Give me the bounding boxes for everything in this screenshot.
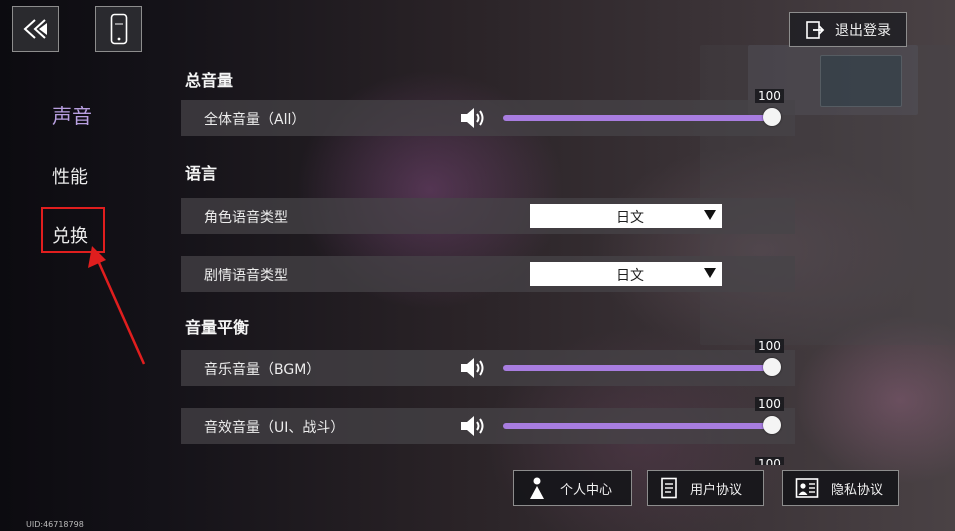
phone-button[interactable] <box>95 6 142 52</box>
logout-button[interactable]: 退出登录 <box>789 12 907 47</box>
privacy-agreement-button[interactable]: 隐私协议 <box>782 470 899 506</box>
bgm-volume-value: 100 <box>755 339 784 353</box>
triangle-down-icon <box>704 268 716 278</box>
story-voice-row: 剧情语音类型 日文 <box>181 256 795 292</box>
nav-item-sound[interactable]: 声音 <box>52 100 92 129</box>
bgm-volume-slider-handle[interactable] <box>763 358 781 376</box>
master-volume-slider[interactable] <box>503 115 773 121</box>
section-title-language: 语言 <box>185 164 218 183</box>
annotation-arrow <box>88 246 146 365</box>
speaker-icon[interactable] <box>459 356 489 380</box>
document-icon <box>661 477 677 499</box>
se-volume-value: 100 <box>755 397 784 411</box>
master-volume-slider-handle[interactable] <box>763 108 781 126</box>
bgm-volume-row: 音乐音量（BGM） 100 <box>181 339 795 386</box>
se-volume-row: 音效音量（UI、战斗） 100 <box>181 397 795 444</box>
character-voice-row: 角色语音类型 日文 <box>181 198 795 234</box>
privacy-agreement-label: 隐私协议 <box>831 482 884 498</box>
uid-label: UID:46718798 <box>26 520 84 529</box>
character-voice-select[interactable]: 日文 <box>530 204 722 228</box>
person-icon <box>530 477 544 499</box>
story-voice-select[interactable]: 日文 <box>530 262 722 286</box>
master-volume-value: 100 <box>755 89 784 103</box>
bgm-volume-label: 音乐音量（BGM） <box>204 362 321 378</box>
master-volume-row: 全体音量（All） 100 <box>181 89 795 136</box>
section-title-volume-balance: 音量平衡 <box>185 318 250 337</box>
user-agreement-button[interactable]: 用户协议 <box>647 470 764 506</box>
se-volume-label: 音效音量（UI、战斗） <box>204 420 345 436</box>
personal-center-button[interactable]: 个人中心 <box>513 470 632 506</box>
se-volume-slider[interactable] <box>503 423 773 429</box>
section-title-total-volume: 总音量 <box>185 71 234 90</box>
master-volume-label: 全体音量（All） <box>204 112 306 128</box>
se-volume-slider-handle[interactable] <box>763 416 781 434</box>
background-monitor <box>820 55 902 107</box>
speaker-icon[interactable] <box>459 414 489 438</box>
triangle-down-icon <box>704 210 716 220</box>
logout-label: 退出登录 <box>835 22 891 39</box>
logout-icon <box>806 20 825 39</box>
personal-center-label: 个人中心 <box>560 482 613 498</box>
phone-icon <box>110 13 127 45</box>
id-card-icon <box>795 478 819 498</box>
story-voice-selected: 日文 <box>616 268 644 284</box>
nav-item-performance[interactable]: 性能 <box>52 163 88 189</box>
user-agreement-label: 用户协议 <box>690 482 743 498</box>
back-button[interactable] <box>12 6 59 52</box>
character-voice-label: 角色语音类型 <box>204 210 288 226</box>
next-volume-value: 100 <box>755 457 784 465</box>
speaker-icon[interactable] <box>459 106 489 130</box>
story-voice-label: 剧情语音类型 <box>204 268 288 284</box>
character-voice-selected: 日文 <box>616 210 644 226</box>
bgm-volume-slider[interactable] <box>503 365 773 371</box>
back-icon <box>23 19 47 39</box>
